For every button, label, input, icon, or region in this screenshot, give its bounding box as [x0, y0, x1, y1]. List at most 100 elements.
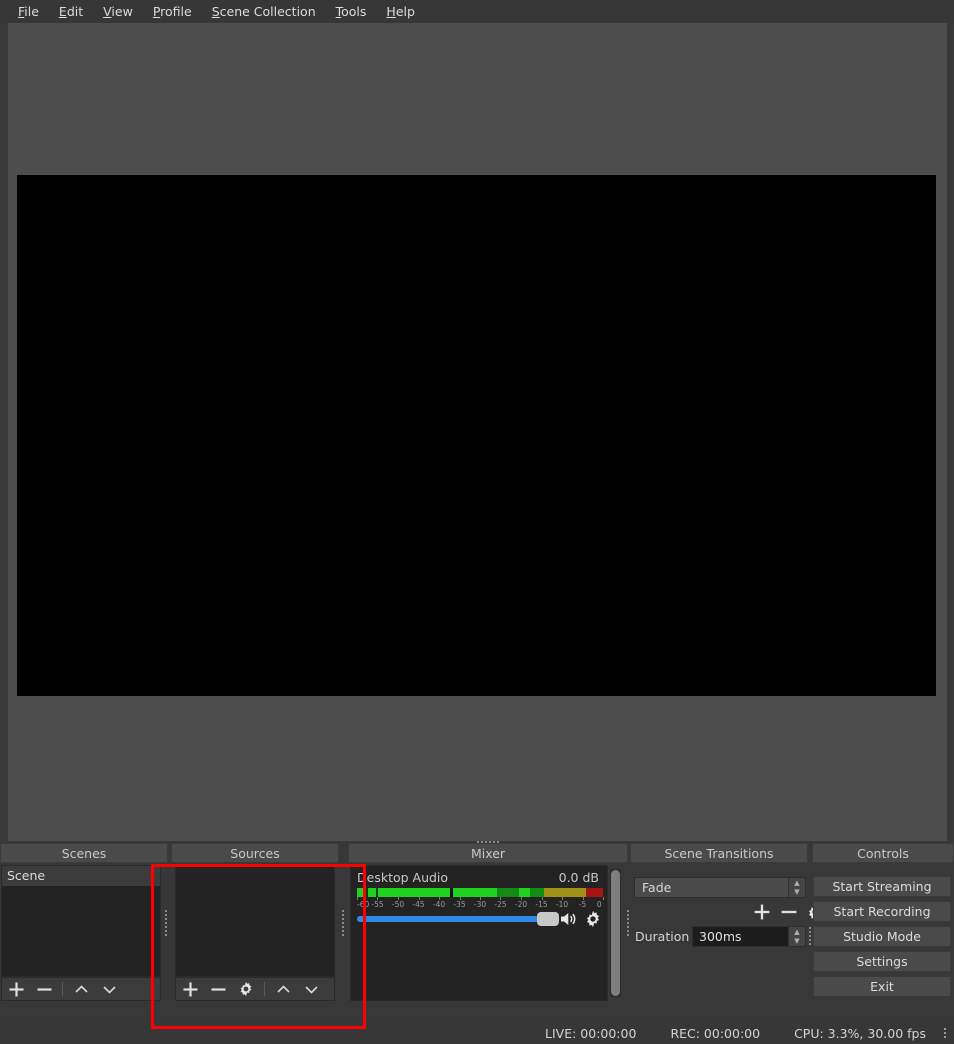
add-scene-button[interactable]: [2, 978, 30, 1000]
minus-icon: [37, 987, 51, 991]
menu-item-help[interactable]: Help: [376, 2, 425, 22]
spinner-down-icon[interactable]: ▼: [789, 888, 805, 898]
remove-transition-button[interactable]: [780, 903, 798, 921]
transition-type-spinner[interactable]: ▲ ▼: [788, 878, 805, 897]
studio-mode-button[interactable]: Studio Mode: [813, 926, 951, 947]
mute-button[interactable]: [559, 910, 579, 928]
transition-type-combo[interactable]: Fade ▲ ▼: [634, 877, 806, 898]
scene-list-item[interactable]: Scene: [2, 866, 160, 886]
scenes-dock: Scenes Scene: [0, 843, 168, 1001]
meter-tick-label: -5: [578, 900, 587, 909]
scenes-title: Scenes: [0, 843, 168, 863]
settings-button[interactable]: Settings: [813, 951, 951, 972]
meter-tick-label: -25: [494, 900, 507, 909]
meter-segment-green: [357, 888, 364, 897]
meter-tick: [603, 897, 604, 900]
menu-item-help-mnemonic: H: [386, 3, 396, 19]
volume-slider[interactable]: [357, 912, 559, 926]
mixer-drag-handle[interactable]: [458, 839, 518, 844]
duration-field[interactable]: 300ms ▲ ▼: [692, 926, 806, 947]
chevron-down-icon: [304, 985, 318, 994]
move-scene-up-button[interactable]: [67, 978, 95, 1000]
mixer-channel-desktop-audio[interactable]: Desktop Audio 0.0 dB -60 -55 -50 -45 -40…: [350, 865, 608, 1001]
menu-item-view[interactable]: View: [93, 2, 143, 22]
meter-tick-label: -20: [514, 900, 528, 909]
duration-value: 300ms: [699, 929, 742, 944]
mixer-channel-db: 0.0 dB: [558, 870, 599, 885]
controls-dock: Controls Start Streaming Start Recording…: [812, 843, 954, 997]
remove-source-button[interactable]: [204, 978, 232, 1000]
resize-grip[interactable]: [944, 1028, 946, 1038]
meter-tick-label: 0: [596, 900, 602, 909]
menu-item-tools-rest: ools: [341, 3, 367, 19]
menu-item-scene-collection-mnemonic: S: [211, 3, 220, 19]
chevron-up-icon: [74, 984, 88, 993]
exit-button[interactable]: Exit: [813, 976, 951, 997]
menu-item-file[interactable]: File: [8, 2, 49, 22]
remove-scene-button[interactable]: [30, 978, 58, 1000]
sources-mixer-splitter[interactable]: [340, 903, 345, 943]
spinner-up-icon[interactable]: ▲: [789, 927, 805, 937]
meter-segment-green: [519, 888, 530, 897]
minus-icon: [211, 987, 225, 991]
duration-spinner[interactable]: ▲ ▼: [788, 927, 805, 946]
transition-type-value: Fade: [642, 880, 672, 895]
add-source-button[interactable]: [176, 978, 204, 1000]
sources-dock: Sources: [171, 843, 344, 1001]
menu-bar: File Edit View Profile Scene Collection …: [0, 0, 954, 23]
volume-slider-handle[interactable]: [537, 912, 559, 926]
menu-item-view-rest: iew: [111, 3, 133, 19]
sources-list[interactable]: [175, 865, 335, 977]
menu-item-edit-rest: dit: [66, 3, 84, 19]
meter-segment-red: [586, 888, 603, 897]
move-source-up-button[interactable]: [269, 978, 297, 1000]
scenes-sources-splitter[interactable]: [163, 903, 168, 943]
chevron-down-icon: [102, 985, 116, 994]
status-live: LIVE: 00:00:00: [545, 1025, 637, 1041]
menu-item-profile-rest: rofile: [160, 3, 192, 19]
status-rec: REC: 00:00:00: [670, 1025, 761, 1041]
mixer-transitions-splitter[interactable]: [625, 903, 630, 943]
mixer-scrollbar[interactable]: [610, 869, 621, 997]
meter-tick-label: -10: [555, 900, 569, 909]
scenes-toolbar: [1, 977, 161, 1001]
meter-tick-label: -50: [391, 900, 405, 909]
meter-tick-label: -45: [412, 900, 425, 909]
meter-segment-green: [378, 888, 450, 897]
audio-settings-button[interactable]: [584, 910, 602, 928]
menu-item-edit[interactable]: Edit: [49, 2, 93, 22]
sources-toolbar: [175, 977, 335, 1001]
menu-item-edit-mnemonic: E: [58, 3, 67, 19]
plus-icon: [9, 982, 23, 996]
move-scene-down-button[interactable]: [95, 978, 123, 1000]
minus-icon: [781, 910, 797, 914]
preview-canvas[interactable]: [17, 175, 936, 696]
spinner-down-icon[interactable]: ▼: [789, 937, 805, 947]
preview-area[interactable]: [8, 23, 947, 841]
add-transition-button[interactable]: [753, 903, 771, 921]
transitions-controls-splitter[interactable]: [807, 921, 812, 951]
sources-toolbar-separator: [264, 982, 265, 996]
menu-item-scene-collection[interactable]: Scene Collection: [202, 2, 326, 22]
meter-tick-label: -40: [432, 900, 446, 909]
gear-icon: [240, 981, 252, 997]
mixer-title: Mixer: [348, 843, 628, 863]
meter-segment-green: [453, 888, 497, 897]
spinner-up-icon[interactable]: ▲: [789, 878, 805, 888]
dock-container: Scenes Scene Sources Mixer Desktop Audio…: [0, 840, 954, 1022]
menu-item-file-rest: ile: [24, 3, 39, 19]
meter-tick-label: -60: [357, 900, 370, 909]
menu-item-profile[interactable]: Profile: [143, 2, 202, 22]
start-recording-button[interactable]: Start Recording: [813, 901, 951, 922]
mixer-dock: Mixer Desktop Audio 0.0 dB -60 -55 -50 -…: [348, 840, 629, 1001]
menu-item-tools[interactable]: Tools: [326, 2, 377, 22]
menu-item-help-rest: elp: [395, 3, 415, 19]
speaker-icon: [561, 913, 576, 925]
transitions-dock: Scene Transitions Fade ▲ ▼ Duration 300m…: [630, 843, 822, 947]
start-streaming-button[interactable]: Start Streaming: [813, 876, 951, 897]
move-source-down-button[interactable]: [297, 978, 325, 1000]
meter-tick-label: -55: [371, 900, 384, 909]
scenes-list[interactable]: Scene: [1, 865, 161, 977]
source-properties-button[interactable]: [232, 978, 260, 1000]
duration-label: Duration: [635, 929, 690, 944]
